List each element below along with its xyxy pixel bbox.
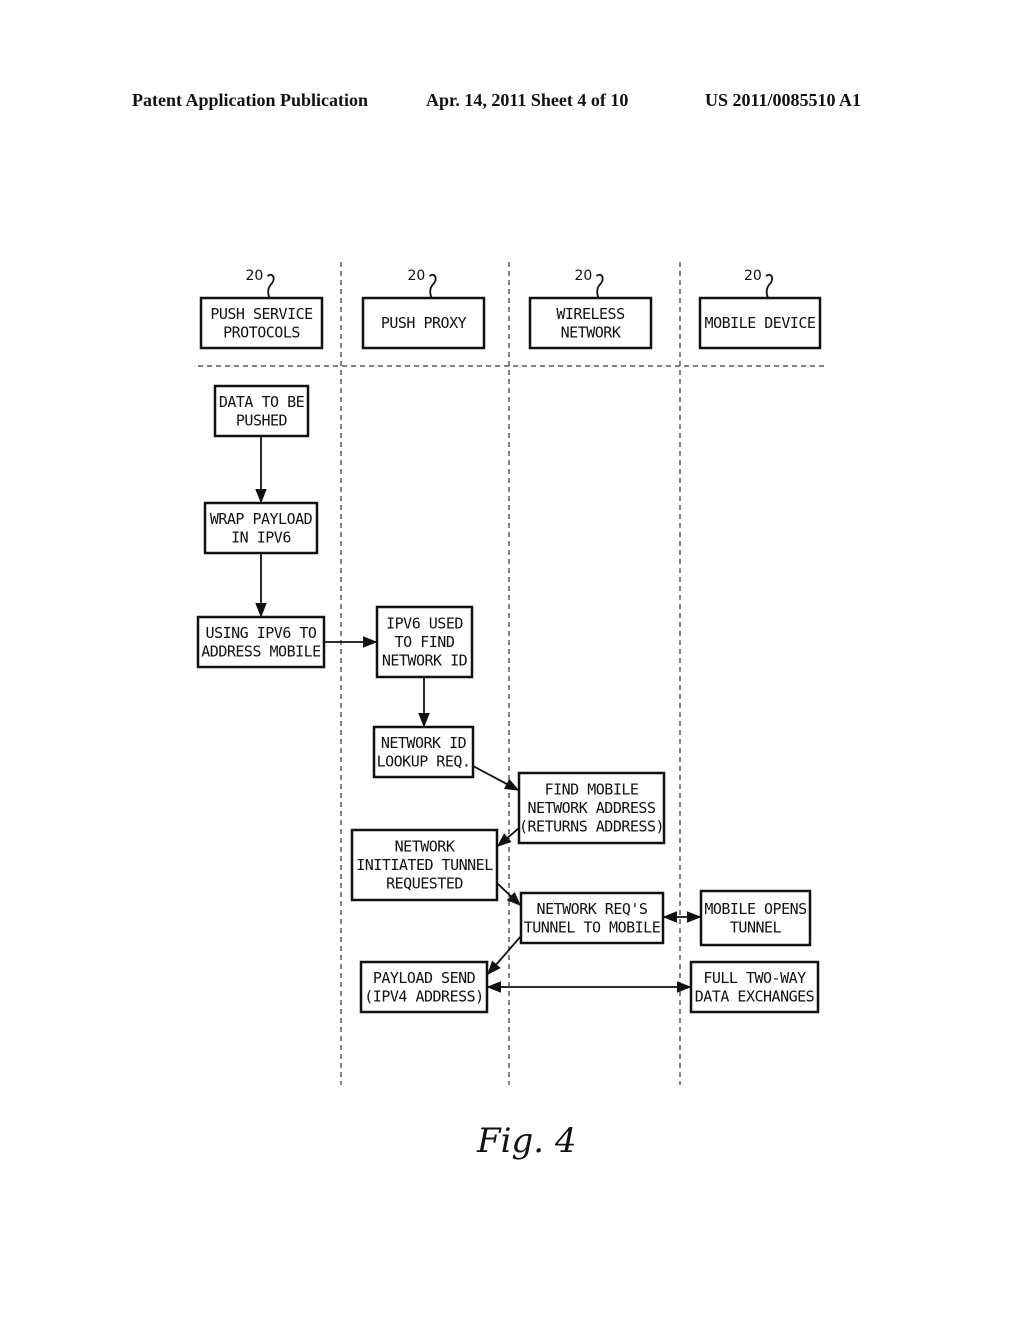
node-wrap-payload-label-line: IN IPV6 (231, 528, 291, 546)
node-find-mobile-label-line: (RETURNS ADDRESS) (519, 818, 664, 836)
flow-arrow (487, 935, 522, 976)
node-full-two-way: FULL TWO-WAYDATA EXCHANGES (689, 960, 820, 1014)
lane-push-service-header-label-line: PUSH SERVICE (210, 305, 313, 323)
reference-numeral: 20 (246, 268, 264, 284)
node-network-id-lookup-label-line: NETWORK ID (381, 734, 467, 752)
node-payload-send-label-line: PAYLOAD SEND (373, 969, 476, 987)
reference-numeral: 20 (744, 268, 762, 284)
node-ipv6-used-label-line: NETWORK ID (382, 652, 468, 670)
node-data-to-be-pushed-label-line: PUSHED (236, 411, 288, 429)
lane-wireless-network-header: WIRELESSNETWORK (528, 296, 653, 350)
leader-line-icon (595, 273, 604, 299)
node-find-mobile-label-line: NETWORK ADDRESS (528, 799, 656, 817)
node-wrap-payload-label-line: WRAP PAYLOAD (210, 510, 313, 528)
node-find-mobile: FIND MOBILENETWORK ADDRESS(RETURNS ADDRE… (517, 771, 666, 845)
lane-wireless-network-header-label-line: NETWORK (561, 323, 621, 341)
leader-line-icon (266, 273, 275, 299)
node-using-ipv6-label-line: ADDRESS MOBILE (201, 642, 321, 660)
node-network-reqs-tunnel-label-line: TUNNEL TO MOBILE (524, 918, 661, 936)
node-network-initiated-tunnel-label-line: NETWORK (395, 838, 455, 856)
lane-push-proxy-header-label-line: PUSH PROXY (381, 314, 467, 332)
node-ipv6-used-label-line: TO FIND (395, 633, 455, 651)
node-network-reqs-tunnel-label-line: NETWORK REQ'S (537, 900, 648, 918)
lane-push-proxy-header: PUSH PROXY (361, 296, 486, 350)
lane-wireless-network-header-label-line: WIRELESS (556, 305, 625, 323)
node-data-to-be-pushed-label-line: DATA TO BE (219, 393, 305, 411)
flow-arrow (472, 765, 520, 791)
node-full-two-way-label-line: FULL TWO-WAY (703, 969, 806, 987)
node-using-ipv6: USING IPV6 TOADDRESS MOBILE (196, 615, 326, 669)
node-data-to-be-pushed: DATA TO BEPUSHED (213, 384, 310, 438)
lane-push-service-header: PUSH SERVICEPROTOCOLS (199, 296, 324, 350)
flow-diagram: PUSH SERVICEPROTOCOLS 20 PUSH PROXY 20 WIREL… (196, 262, 824, 1161)
node-mobile-opens-tunnel-label-line: MOBILE OPENS (704, 900, 807, 918)
reference-numeral: 20 (575, 268, 593, 284)
node-network-id-lookup-label-line: LOOKUP REQ. (377, 752, 471, 770)
node-network-initiated-tunnel: NETWORKINITIATED TUNNELREQUESTED (350, 828, 499, 902)
lane-mobile-device-header-label-line: MOBILE DEVICE (705, 314, 816, 332)
leader-line-icon (765, 273, 774, 299)
node-network-id-lookup: NETWORK IDLOOKUP REQ. (372, 725, 475, 779)
figure-label: Fig. 4 (476, 1121, 576, 1161)
node-network-initiated-tunnel-label-line: INITIATED TUNNEL (356, 856, 493, 874)
node-payload-send-label-line: (IPV4 ADDRESS) (364, 987, 483, 1005)
node-ipv6-used-label-line: IPV6 USED (386, 615, 463, 633)
node-wrap-payload: WRAP PAYLOADIN IPV6 (203, 501, 319, 555)
node-network-initiated-tunnel-label-line: REQUESTED (386, 875, 463, 893)
node-find-mobile-label-line: FIND MOBILE (545, 781, 639, 799)
node-ipv6-used: IPV6 USEDTO FINDNETWORK ID (375, 605, 474, 679)
lane-mobile-device-header: MOBILE DEVICE (698, 296, 822, 350)
leader-line-icon (428, 273, 437, 299)
node-using-ipv6-label-line: USING IPV6 TO (206, 624, 317, 642)
node-full-two-way-label-line: DATA EXCHANGES (695, 987, 815, 1005)
lane-push-service-header-label-line: PROTOCOLS (223, 323, 300, 341)
node-mobile-opens-tunnel-label-line: TUNNEL (730, 918, 782, 936)
node-mobile-opens-tunnel: MOBILE OPENSTUNNEL (699, 889, 812, 947)
reference-numeral: 20 (408, 268, 426, 284)
node-network-reqs-tunnel: NETWORK REQ'STUNNEL TO MOBILE (519, 891, 665, 945)
node-payload-send: PAYLOAD SEND(IPV4 ADDRESS) (359, 960, 489, 1014)
